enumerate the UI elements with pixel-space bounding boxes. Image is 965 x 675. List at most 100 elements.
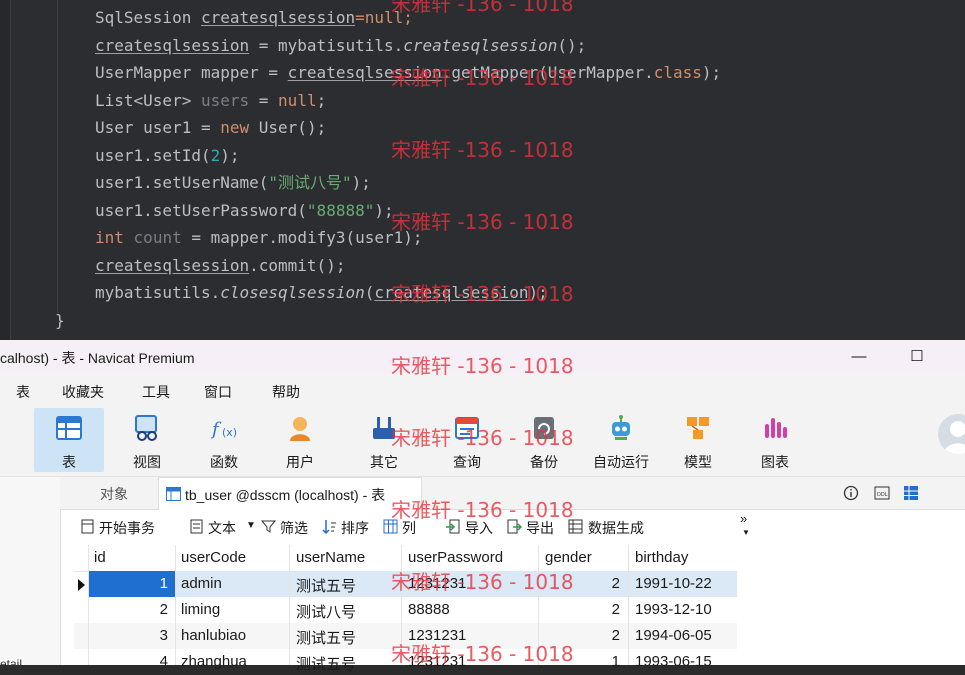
watermark-text: 宋雅轩 -136 - 1018 <box>391 0 574 16</box>
column-header-userpassword[interactable]: userPassword <box>408 549 503 566</box>
cell-id: 4 <box>159 653 168 670</box>
svg-text:f: f <box>210 419 222 440</box>
minimize-button[interactable]: — <box>847 346 871 368</box>
code-line[interactable]: createsqlsession.commit(); <box>95 256 345 276</box>
toolbar-label: 函数 <box>210 454 238 470</box>
code-token: createsqlsession <box>95 35 250 55</box>
left-panel-text: etail <box>0 657 23 671</box>
menu-window[interactable]: 窗口 <box>204 382 232 402</box>
code-token: ); <box>351 173 371 192</box>
code-token: users <box>200 90 250 110</box>
tab-objects[interactable]: 对象 <box>100 484 128 504</box>
toolbar-label: 其它 <box>370 454 398 470</box>
code-token: user1.setUserPassword( <box>95 200 307 220</box>
code-token: user1.setUserName( <box>95 173 269 192</box>
code-token: = mybatisutils. <box>249 35 404 55</box>
ddl-icon[interactable]: DDL <box>874 485 890 501</box>
code-token: user1.setId( <box>95 145 211 165</box>
filter-button[interactable]: 筛选 <box>280 518 308 538</box>
cell-username: 测试五号 <box>296 656 357 673</box>
cell-id: 1 <box>159 575 168 592</box>
column-header-id[interactable]: id <box>94 549 106 566</box>
grid-divider <box>628 545 629 665</box>
toolbar-table-button[interactable]: 表 <box>34 408 104 472</box>
toolbar-function-button[interactable]: f (x) 函数 <box>189 408 259 472</box>
column-header-gender[interactable]: gender <box>545 549 592 566</box>
code-token: ); <box>220 145 240 165</box>
model-icon <box>687 417 709 439</box>
code-line[interactable]: user1.setId(2); <box>95 146 240 166</box>
toolbar-label: 表 <box>62 454 76 470</box>
code-line[interactable]: int count = mapper.modify3(user1); <box>95 228 423 248</box>
window-title: calhost) - 表 - Navicat Premium <box>0 350 195 366</box>
robot-icon <box>612 415 630 440</box>
watermark-text: 宋雅轩 -136 - 1018 <box>391 138 574 162</box>
code-token: } <box>55 310 65 330</box>
watermark-text: 宋雅轩 -136 - 1018 <box>391 642 574 666</box>
code-token: new <box>220 118 250 137</box>
column-header-usercode[interactable]: userCode <box>181 549 246 566</box>
toolbar-user-button[interactable]: 用户 <box>265 408 335 472</box>
code-token: UserMapper mapper = <box>95 63 288 82</box>
user-avatar-icon <box>944 421 965 454</box>
menu-tools[interactable]: 工具 <box>142 382 170 402</box>
chevron-down-icon[interactable]: ▼ <box>246 520 256 531</box>
column-header-birthday[interactable]: birthday <box>635 549 688 566</box>
code-token: = <box>249 90 279 110</box>
code-token: "测试八号" <box>268 173 352 192</box>
more-tools-button[interactable]: » <box>740 511 747 526</box>
filter-icon <box>261 520 276 533</box>
code-line[interactable]: } <box>55 311 65 331</box>
grid-layout-icon[interactable] <box>903 485 919 501</box>
data-generation-button[interactable]: 数据生成 <box>588 518 644 538</box>
cell-userpassword: 88888 <box>408 601 450 618</box>
code-token: .commit(); <box>249 255 346 275</box>
toolbar-label: 查询 <box>453 454 481 470</box>
tab-tb-user[interactable]: tb_user @dsscm (localhost) - 表 <box>158 477 422 510</box>
sort-icon <box>322 520 336 534</box>
table-row[interactable]: 2 liming 测试八号 88888 2 1993-12-10 <box>74 597 737 623</box>
cell-id: 2 <box>159 601 168 618</box>
code-line[interactable]: SqlSession createsqlsession=null; <box>95 8 413 28</box>
code-token: count <box>133 228 182 247</box>
begin-transaction-icon <box>81 519 94 534</box>
avatar[interactable] <box>938 414 965 454</box>
menu-favorites[interactable]: 收藏夹 <box>62 382 104 402</box>
left-panel: etail <box>0 477 61 671</box>
code-line[interactable]: user1.setUserName("测试八号"); <box>95 173 371 193</box>
toolbar-chart-button[interactable]: 图表 <box>740 408 810 472</box>
toolbar-view-button[interactable]: 视图 <box>112 408 182 472</box>
watermark-text: 宋雅轩 -136 - 1018 <box>391 66 574 90</box>
begin-transaction-button[interactable]: 开始事务 <box>99 518 155 538</box>
grid-divider <box>88 545 89 665</box>
code-token: createsqlsession <box>403 35 558 55</box>
table-icon <box>166 487 181 501</box>
info-icon[interactable] <box>843 485 859 501</box>
maximize-button[interactable]: ☐ <box>905 346 929 368</box>
column-header-username[interactable]: userName <box>296 549 365 566</box>
cell-id: 3 <box>159 627 168 644</box>
text-view-button[interactable]: 文本 <box>208 518 236 538</box>
code-token: ; <box>316 90 327 110</box>
menu-help[interactable]: 帮助 <box>272 382 300 402</box>
code-token: closesqlsession <box>220 283 365 302</box>
cell-usercode: zhanghua <box>181 653 247 670</box>
chevron-down-icon[interactable]: ▼ <box>742 528 750 537</box>
cell-username: 测试八号 <box>296 604 357 621</box>
toolbar-automation-button[interactable]: 自动运行 <box>586 408 656 472</box>
cell-birthday: 1991-10-22 <box>635 575 712 592</box>
cell-username: 测试五号 <box>296 630 357 647</box>
code-token: null <box>278 90 317 110</box>
editor-gutter <box>0 0 11 340</box>
code-line[interactable]: user1.setUserPassword("88888"); <box>95 201 394 221</box>
sort-button[interactable]: 排序 <box>341 518 369 538</box>
code-line[interactable]: createsqlsession = mybatisutils.createsq… <box>95 36 586 56</box>
code-line[interactable]: User user1 = new User(); <box>95 118 326 138</box>
toolbar-model-button[interactable]: 模型 <box>663 408 733 472</box>
code-line[interactable]: List<User> users = null; <box>95 91 326 111</box>
menu-table[interactable]: 表 <box>16 382 30 402</box>
watermark-text: 宋雅轩 -136 - 1018 <box>391 426 574 450</box>
code-token: SqlSession <box>95 8 201 27</box>
code-token: User(); <box>249 118 327 137</box>
